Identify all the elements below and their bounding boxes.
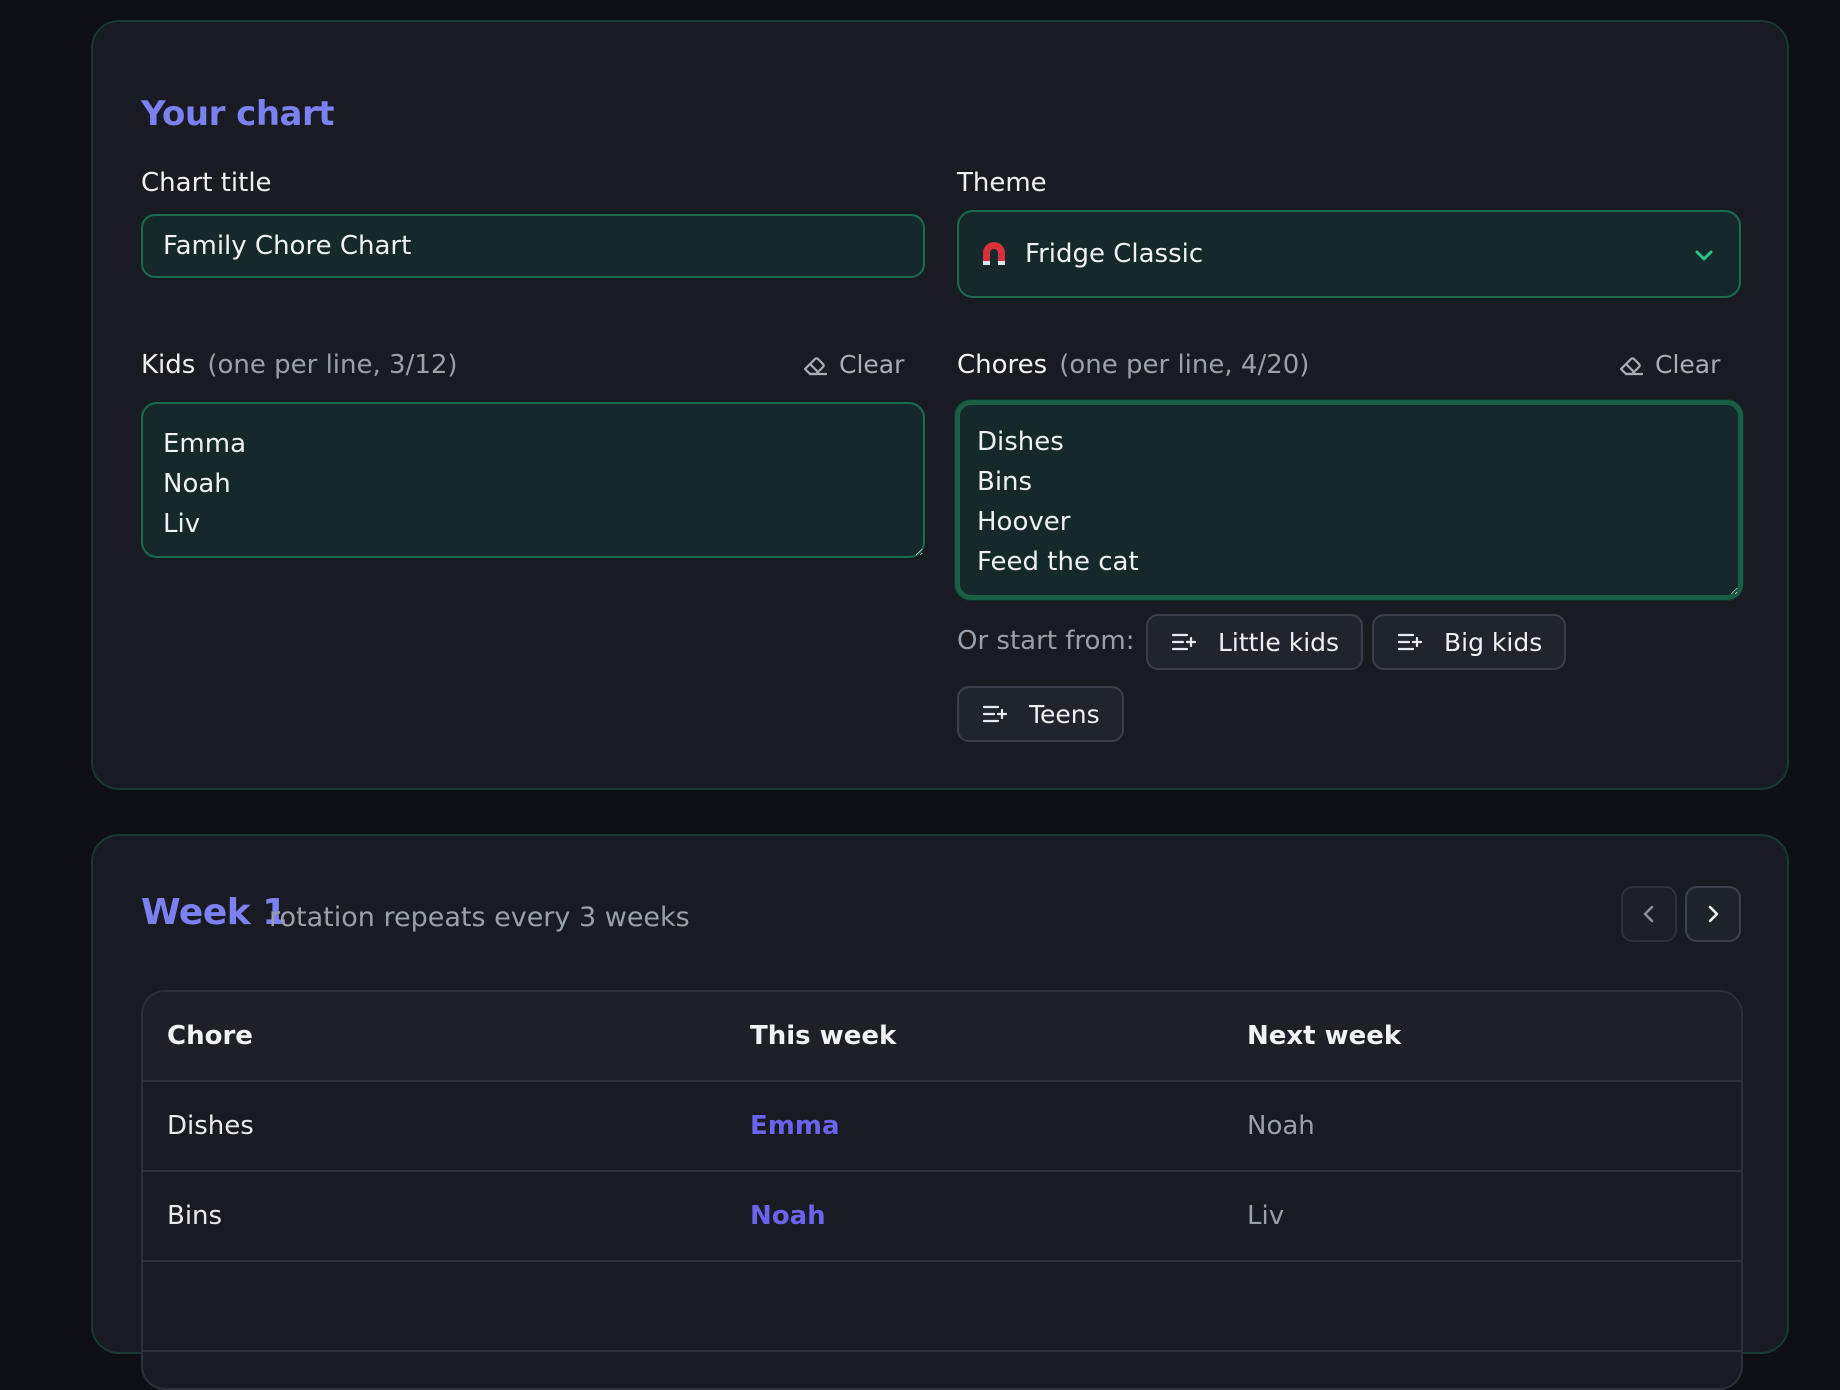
week-rotation-card: Week 1 rotation repeats every 3 weeks Ch… (91, 834, 1789, 1390)
theme-value: Fridge Classic (1025, 239, 1204, 269)
chevron-right-icon (1708, 905, 1719, 923)
card-heading: Your chart (141, 94, 335, 134)
preset-label: Little kids (1218, 627, 1340, 657)
kids-textarea[interactable] (141, 402, 925, 558)
magnet-icon (983, 242, 1005, 265)
chores-textarea[interactable] (955, 400, 1743, 600)
table-row: Dishes Emma Noah (143, 1082, 1741, 1172)
week-title: Week 1 (141, 892, 287, 933)
eraser-icon (1619, 356, 1644, 375)
chart-title-label: Chart title (141, 168, 272, 198)
chores-clear-button[interactable]: Clear (1617, 350, 1720, 379)
rotation-table: Chore This week Next week Dishes Emma No… (141, 990, 1743, 1390)
eraser-icon (803, 356, 828, 375)
chore-cell: Dishes (167, 1111, 254, 1141)
column-header-next-week: Next week (1247, 1021, 1402, 1051)
preset-big-kids-button[interactable]: Big kids (1372, 614, 1567, 670)
preset-label: Teens (1029, 699, 1100, 729)
preset-little-kids-button[interactable]: Little kids (1146, 614, 1364, 670)
table-row (143, 1262, 1741, 1352)
chevron-left-icon (1643, 905, 1654, 923)
kids-clear-label: Clear (839, 350, 905, 379)
chores-label-text: Chores (957, 350, 1048, 380)
next-week-assignee: Liv (1247, 1201, 1285, 1231)
chart-title-input[interactable] (141, 214, 925, 278)
chevron-down-icon (1695, 250, 1713, 261)
chart-settings-card: Your chart Chart title Theme Fridge Clas… (91, 20, 1789, 790)
chores-hint: (one per line, 4/20) (1059, 350, 1310, 380)
this-week-assignee: Emma (750, 1111, 840, 1141)
kids-label: Kids (one per line, 3/12) (141, 350, 458, 380)
chores-clear-label: Clear (1655, 350, 1721, 379)
column-header-chore: Chore (167, 1021, 253, 1051)
preset-teens-button[interactable]: Teens (957, 686, 1124, 742)
chores-label: Chores (one per line, 4/20) (957, 350, 1309, 380)
table-row: Bins Noah Liv (143, 1172, 1741, 1262)
previous-week-button[interactable] (1621, 886, 1677, 942)
list-add-icon (1397, 633, 1423, 651)
preset-label: Big kids (1444, 627, 1543, 657)
list-add-icon (982, 705, 1008, 723)
this-week-assignee: Noah (750, 1201, 826, 1231)
kids-clear-button[interactable]: Clear (801, 350, 904, 379)
week-subtitle: rotation repeats every 3 weeks (269, 902, 690, 933)
theme-label: Theme (957, 168, 1047, 198)
theme-select[interactable]: Fridge Classic (957, 210, 1741, 298)
next-week-button[interactable] (1685, 886, 1741, 942)
list-add-icon (1171, 633, 1197, 651)
chore-cell: Bins (167, 1201, 223, 1231)
kids-label-text: Kids (141, 350, 196, 380)
table-header-row: Chore This week Next week (143, 992, 1741, 1082)
next-week-assignee: Noah (1247, 1111, 1315, 1141)
start-from-label: Or start from: (957, 626, 1135, 656)
kids-hint: (one per line, 3/12) (207, 350, 458, 380)
column-header-this-week: This week (750, 1021, 897, 1051)
